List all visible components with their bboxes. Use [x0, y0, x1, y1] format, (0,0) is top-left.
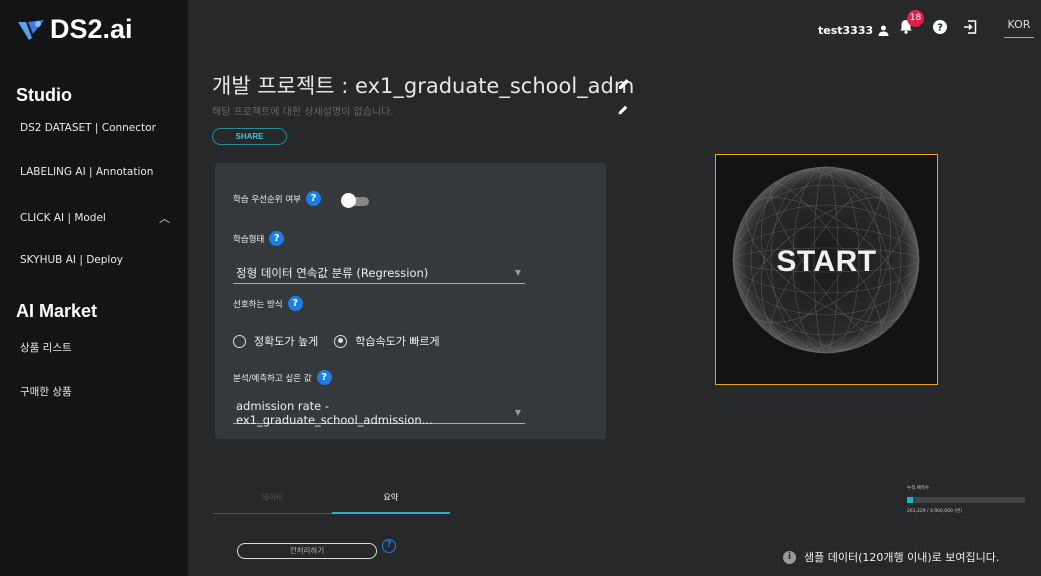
- language-selector[interactable]: KOR: [1004, 18, 1034, 38]
- share-button[interactable]: SHARE: [212, 128, 287, 145]
- help-icon[interactable]: ?: [933, 20, 947, 34]
- target-label-row: 분석/예측하고 싶은 값 ?: [233, 370, 332, 385]
- training-type-value: 정형 데이터 연속값 분류 (Regression): [236, 265, 429, 280]
- sidebar-item-label: DS2 DATASET | Connector: [20, 122, 156, 134]
- sample-note: i 샘플 데이터(120개행 이내)로 보여집니다.: [783, 549, 999, 565]
- sidebar-item-clickai[interactable]: CLICK AI | Model ︿: [20, 210, 170, 226]
- start-button[interactable]: START: [715, 154, 938, 385]
- brand-name: DS2.ai: [50, 14, 133, 44]
- training-type-select[interactable]: 정형 데이터 연속값 분류 (Regression) ▼: [233, 262, 525, 284]
- quota-progress-fill: [907, 497, 914, 503]
- preference-label-row: 선호하는 방식 ?: [233, 296, 303, 311]
- quota-value: 261,229 / 4,900,000 (번): [907, 509, 962, 514]
- sidebar-item-label: LABELING AI | Annotation: [20, 166, 154, 178]
- target-select[interactable]: admission rate - ex1_graduate_school_adm…: [233, 398, 525, 427]
- target-label: 분석/예측하고 싶은 값: [233, 373, 312, 384]
- sidebar-item-label: CLICK AI | Model: [20, 212, 106, 224]
- sidebar: DS2.ai Studio DS2 DATASET | Connector LA…: [0, 0, 188, 576]
- brand-logo[interactable]: DS2.ai: [16, 14, 133, 45]
- sidebar-item-product-list[interactable]: 상품 리스트: [20, 340, 170, 355]
- username: test3333: [818, 24, 874, 37]
- help-icon[interactable]: ?: [287, 296, 303, 311]
- radio-speed[interactable]: [334, 334, 348, 348]
- radio-accuracy-label[interactable]: 정확도가 높게: [254, 333, 318, 349]
- sidebar-item-labeling[interactable]: LABELING AI | Annotation: [20, 166, 170, 178]
- radio-speed-label[interactable]: 학습속도가 빠르게: [355, 333, 439, 349]
- edit-title-icon[interactable]: [617, 77, 631, 91]
- sidebar-item-dataset[interactable]: DS2 DATASET | Connector: [20, 122, 170, 134]
- radio-accuracy[interactable]: [233, 334, 246, 348]
- edit-description-icon[interactable]: [617, 104, 629, 116]
- sidebar-item-label: SKYHUB AI | Deploy: [20, 254, 123, 266]
- logo-icon: [18, 19, 44, 40]
- quota-progress-bar: [907, 497, 1025, 503]
- priority-label: 학습 우선순위 여부: [233, 194, 301, 205]
- studio-heading: Studio: [16, 85, 72, 105]
- training-type-label-row: 학습형태 ?: [233, 231, 285, 246]
- help-icon[interactable]: ?: [305, 191, 321, 206]
- user-icon: [878, 25, 889, 36]
- start-label[interactable]: START: [716, 245, 937, 279]
- preference-radio-group: 정확도가 높게 학습속도가 빠르게: [233, 333, 440, 349]
- priority-label-row: 학습 우선순위 여부 ?: [233, 191, 321, 206]
- toggle-knob: [341, 193, 356, 208]
- sidebar-item-label: 구매한 상품: [20, 386, 72, 398]
- priority-toggle[interactable]: [341, 193, 369, 208]
- help-icon[interactable]: ?: [382, 539, 396, 553]
- page-title: 개발 프로젝트 : ex1_graduate_school_adm: [212, 74, 635, 98]
- info-icon: i: [783, 550, 796, 564]
- preference-label: 선호하는 방식: [233, 299, 283, 310]
- svg-text:?: ?: [937, 23, 943, 34]
- quota-label: 누적 예측수: [907, 486, 930, 491]
- data-tabs: 데이터 요약: [213, 490, 450, 514]
- dropdown-arrow-icon: ▼: [514, 408, 521, 417]
- user-menu[interactable]: test3333: [818, 24, 889, 37]
- sample-note-text: 샘플 데이터(120개행 이내)로 보여집니다.: [804, 551, 1000, 564]
- sidebar-item-label: 상품 리스트: [20, 342, 72, 354]
- tab-summary[interactable]: 요약: [331, 490, 450, 514]
- training-type-label: 학습형태: [233, 234, 265, 245]
- project-description: 해당 프로젝트에 대한 상세설명이 없습니다.: [212, 107, 394, 118]
- sidebar-item-skyhub[interactable]: SKYHUB AI | Deploy: [20, 254, 170, 266]
- target-value: admission rate - ex1_graduate_school_adm…: [236, 398, 433, 427]
- market-heading: AI Market: [16, 301, 98, 321]
- sidebar-item-purchased[interactable]: 구매한 상품: [20, 384, 170, 399]
- help-icon[interactable]: ?: [316, 370, 332, 385]
- chevron-up-icon[interactable]: ︿: [159, 210, 170, 226]
- help-icon[interactable]: ?: [269, 231, 285, 246]
- preprocess-button[interactable]: 전처리하기: [237, 543, 377, 559]
- dropdown-arrow-icon: ▼: [514, 268, 521, 277]
- tab-data[interactable]: 데이터: [213, 490, 332, 514]
- logout-icon[interactable]: [963, 20, 977, 34]
- notification-badge: 18: [907, 10, 924, 27]
